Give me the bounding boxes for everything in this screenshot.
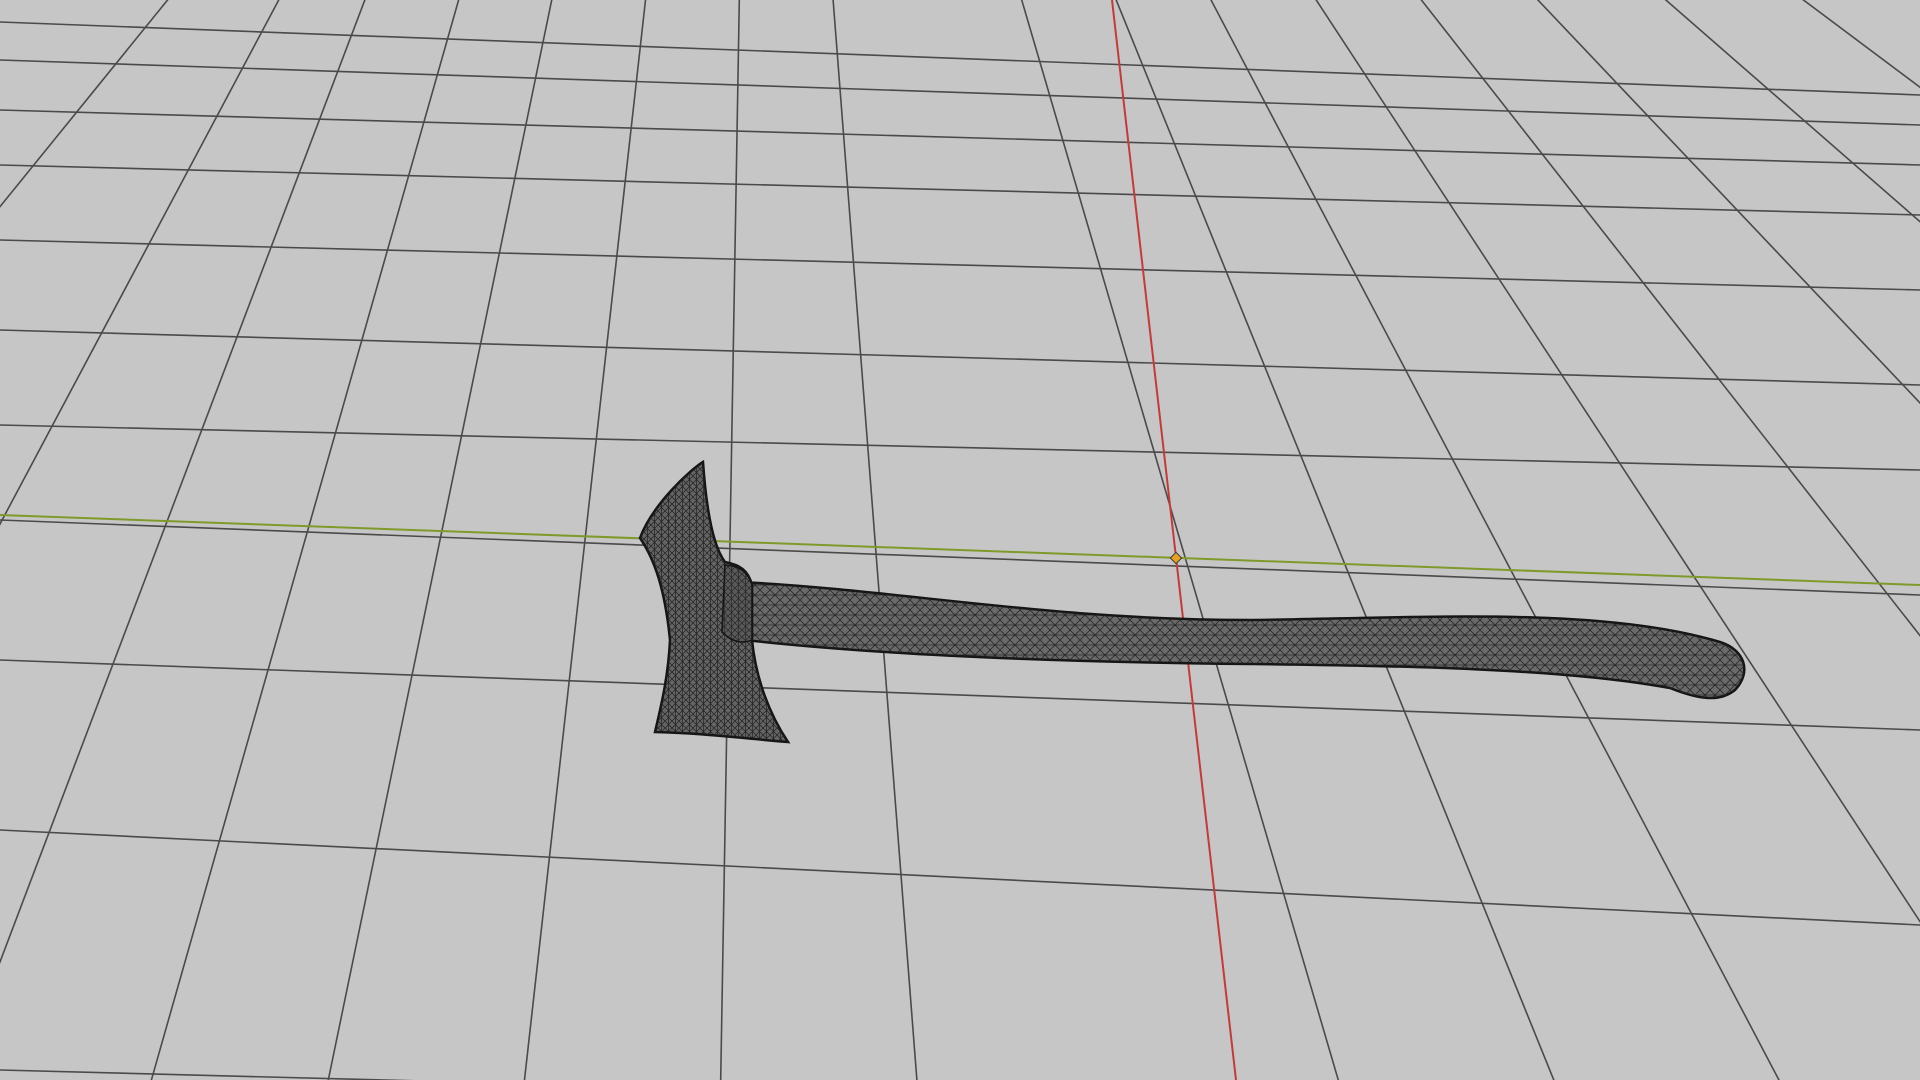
origin-marker[interactable]: [1169, 551, 1183, 565]
y-axis-line: [1111, 0, 1237, 1080]
floor-grid: [0, 0, 1920, 1080]
3d-viewport[interactable]: [0, 0, 1920, 1080]
viewport-canvas[interactable]: [0, 0, 1920, 1080]
x-axis-line: [0, 514, 1920, 586]
